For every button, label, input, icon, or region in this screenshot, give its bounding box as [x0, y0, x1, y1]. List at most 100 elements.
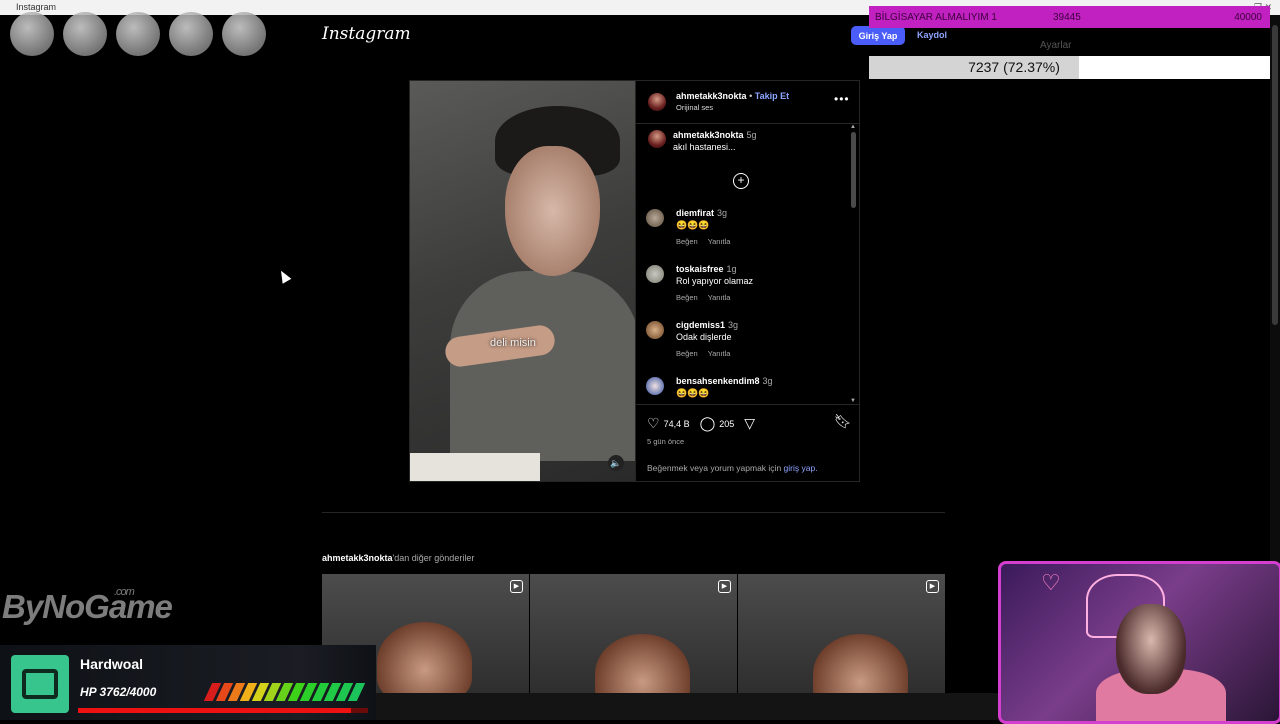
comment-user-line: bensahsenkendim8 3g: [676, 376, 773, 386]
reel-icon: ▶: [510, 580, 523, 593]
comment-count: 205: [719, 418, 735, 429]
donation-goal-bar: BİLGİSAYAR ALMALIYIM 1 39445 40000: [869, 6, 1270, 28]
more-options-icon[interactable]: •••: [834, 92, 850, 106]
comment-avatar[interactable]: [646, 321, 664, 339]
post-thumbnail[interactable]: ▶: [530, 574, 737, 694]
post-author[interactable]: ahmetakk3nokta: [676, 91, 747, 101]
post-time: 5 gün önce: [647, 437, 685, 446]
comment-user[interactable]: ahmetakk3nokta: [673, 130, 744, 140]
comment-user[interactable]: diemfirat: [676, 208, 714, 218]
comment-time: 3g: [728, 320, 739, 330]
post-header: ahmetakk3nokta • Takip Et Orijinal ses •…: [636, 81, 860, 124]
comment-user-line: toskaisfree 1g: [676, 264, 737, 274]
comment-user[interactable]: cigdemiss1: [676, 320, 725, 330]
circle-icon: [63, 12, 107, 56]
goal-current: 39445: [1053, 11, 1081, 23]
stream-circle-icons: [10, 12, 266, 56]
post-sidebar: ahmetakk3nokta • Takip Et Orijinal ses •…: [635, 81, 860, 481]
comment-actions: Beğen Yanıtla: [676, 237, 740, 246]
comments-list: ahmetakk3nokta 5g akıl hastanesi... + die…: [636, 124, 860, 404]
goal-target: 40000: [1234, 11, 1262, 23]
comment-avatar[interactable]: [648, 130, 666, 148]
thumbnail-person: [377, 622, 472, 694]
more-posts-suffix: 'dan diğer gönderiler: [392, 553, 475, 563]
comment-text: Rol yapıyor olamaz: [676, 276, 754, 286]
thumbnail-person: [813, 634, 908, 694]
circle-icon: [169, 12, 213, 56]
instagram-post: deli misin 🔈 ahmetakk3nokta • Takip Et O…: [409, 80, 860, 482]
bynogame-watermark: ByNoGame .com: [2, 586, 173, 626]
comment-actions: Beğen Yanıtla: [676, 293, 740, 302]
comment-like-button[interactable]: Beğen: [676, 293, 698, 302]
post-actions: ♡ 74,4 B ◯ 205 ▽: [647, 415, 759, 432]
scrollbar-thumb[interactable]: [1272, 25, 1278, 325]
author-avatar[interactable]: [648, 93, 666, 111]
comment-like-button[interactable]: Beğen: [676, 237, 698, 246]
faint-overlay-label: Ayarlar: [1040, 40, 1072, 51]
hp-segments: [203, 683, 366, 701]
comment-text: 😆😆😆: [676, 220, 710, 230]
login-button[interactable]: Giriş Yap: [851, 26, 905, 45]
comments-scrollbar[interactable]: ▲ ▼: [849, 124, 857, 404]
hp-name: Hardwoal: [80, 656, 144, 672]
comment-time: 5g: [746, 130, 757, 140]
share-send-icon[interactable]: ▽: [744, 415, 755, 432]
comment-bubble-icon[interactable]: ◯: [700, 415, 716, 432]
comment-avatar[interactable]: [646, 209, 664, 227]
comment-avatar[interactable]: [646, 377, 664, 395]
comment-text: Odak dişlerde: [676, 332, 732, 342]
post-video[interactable]: deli misin 🔈: [410, 81, 635, 481]
audio-label[interactable]: Orijinal ses: [676, 103, 713, 112]
comment-user-line: cigdemiss1 3g: [676, 320, 738, 330]
comment-time: 1g: [726, 264, 737, 274]
like-heart-icon[interactable]: ♡: [647, 415, 660, 432]
bookmark-icon[interactable]: 🔖︎: [834, 413, 852, 430]
like-count[interactable]: 74,4 B: [664, 419, 690, 429]
hp-bar: [78, 708, 368, 713]
watermark-suffix: .com: [114, 586, 135, 598]
load-more-comments-icon[interactable]: +: [733, 173, 749, 189]
comment-user-line: ahmetakk3nokta 5g: [673, 130, 757, 140]
section-divider: [322, 512, 945, 513]
goal-label: BİLGİSAYAR ALMALIYIM 1: [875, 11, 997, 23]
comment-reply-button[interactable]: Yanıtla: [708, 349, 731, 358]
video-caption: deli misin: [490, 337, 536, 349]
comments-scroll-thumb[interactable]: [851, 132, 856, 208]
separator-dot: •: [749, 91, 753, 101]
comment-user[interactable]: toskaisfree: [676, 264, 724, 274]
more-posts-user[interactable]: ahmetakk3nokta: [322, 553, 393, 563]
login-prompt-link[interactable]: giriş yap.: [784, 463, 818, 473]
more-posts-grid: ▶ ▶ ▶: [322, 574, 945, 694]
comment-like-button[interactable]: Beğen: [676, 349, 698, 358]
thumbnail-person: [595, 634, 690, 694]
signup-link[interactable]: Kaydol: [917, 30, 947, 40]
webcam-overlay: ♡: [998, 561, 1280, 724]
neon-heart-icon: ♡: [1041, 570, 1061, 595]
circle-icon: [222, 12, 266, 56]
circle-icon: [116, 12, 160, 56]
video-person-body: [450, 271, 635, 461]
follow-button[interactable]: Takip Et: [755, 91, 789, 101]
comment-user-line: diemfirat 3g: [676, 208, 727, 218]
comment-avatar[interactable]: [646, 265, 664, 283]
video-notebook: [410, 453, 540, 481]
comment-reply-button[interactable]: Yanıtla: [708, 293, 731, 302]
hp-widget: Hardwoal HP 3762/4000: [0, 645, 376, 720]
post-thumbnail[interactable]: ▶: [738, 574, 945, 694]
instagram-logo[interactable]: Instagram: [322, 24, 411, 44]
progress-text: 7237 (72.37%): [968, 59, 1060, 75]
logo-inner-shape: [22, 669, 58, 699]
scroll-up-icon[interactable]: ▲: [850, 124, 856, 130]
post-author-line: ahmetakk3nokta • Takip Et: [676, 91, 789, 101]
progress-widget: 7237 (72.37%): [869, 56, 1270, 79]
comment-text: akıl hastanesi...: [673, 142, 736, 152]
comment-user[interactable]: bensahsenkendim8: [676, 376, 760, 386]
watermark-brand: ByNoGame: [2, 588, 173, 625]
comment-time: 3g: [762, 376, 773, 386]
comment-text: 😆😆😆: [676, 388, 710, 398]
reel-icon: ▶: [926, 580, 939, 593]
comment-actions: Beğen Yanıtla: [676, 349, 740, 358]
mute-toggle-icon[interactable]: 🔈: [608, 455, 624, 471]
comment-reply-button[interactable]: Yanıtla: [708, 237, 731, 246]
reel-icon: ▶: [718, 580, 731, 593]
